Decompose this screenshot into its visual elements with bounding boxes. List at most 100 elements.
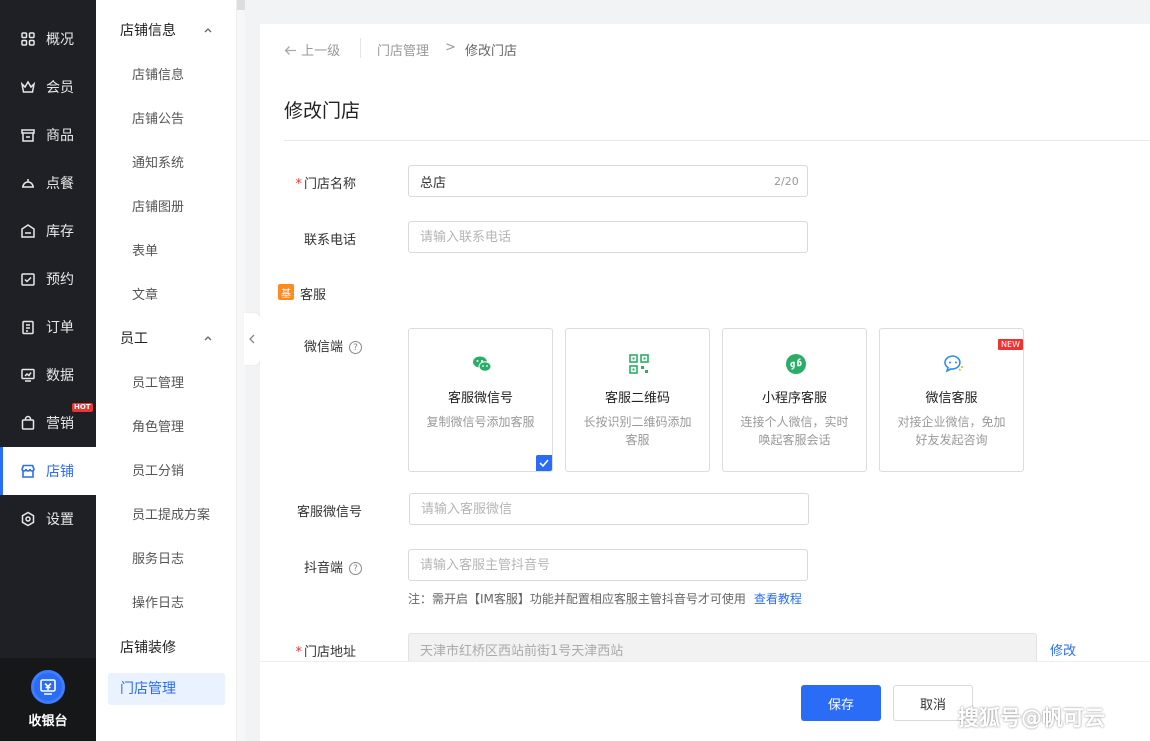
submenu-item-decoration[interactable]: 店铺装修 xyxy=(120,637,176,657)
nav-label: 库存 xyxy=(46,224,74,240)
note-text: 注：需开启【IM客服】功能并配置相应客服主管抖音号才可使用 xyxy=(408,592,746,606)
nav-label: 数据 xyxy=(46,368,74,384)
dish-icon xyxy=(20,175,36,191)
section-badge: 基 xyxy=(278,284,294,300)
nav-item-member[interactable]: 会员 xyxy=(0,63,96,111)
service-card-wechat-id[interactable]: 客服微信号 复制微信号添加客服 xyxy=(408,328,553,472)
cashier-button[interactable]: 收银台 xyxy=(0,658,96,741)
cashier-icon xyxy=(31,670,65,704)
store-name-label-text: 门店名称 xyxy=(303,177,356,192)
save-button[interactable]: 保存 xyxy=(801,685,881,721)
submenu-item[interactable]: 角色管理 xyxy=(132,416,184,435)
chevron-up-icon[interactable] xyxy=(203,25,213,35)
wechat-label-text: 微信端 xyxy=(303,340,343,355)
wechat-id-input[interactable] xyxy=(409,493,809,525)
card-desc: 连接个人微信，实时唤起客服会话 xyxy=(740,415,849,447)
nav-item-booking[interactable]: 预约 xyxy=(0,255,96,303)
nav-label: 订单 xyxy=(46,320,74,336)
store-icon xyxy=(20,463,36,479)
submenu-item[interactable]: 文章 xyxy=(132,284,158,303)
bag-icon xyxy=(20,415,36,431)
main-nav: 概况 会员 商品 点餐 库存 预约 订单 数据 营销 HOT 店铺 设置 收银台 xyxy=(0,0,96,741)
service-card-miniprogram[interactable]: 小程序客服 连接个人微信，实时唤起客服会话 xyxy=(722,328,867,472)
nav-item-marketing[interactable]: 营销 HOT xyxy=(0,399,96,447)
nav-item-store[interactable]: 店铺 xyxy=(0,447,96,495)
store-name-input[interactable] xyxy=(408,165,808,197)
arrow-left-icon xyxy=(284,46,296,55)
submenu-item[interactable]: 员工分销 xyxy=(132,460,184,479)
submenu-item[interactable]: 店铺图册 xyxy=(132,196,184,215)
nav-item-orders[interactable]: 订单 xyxy=(0,303,96,351)
service-card-wechat-service[interactable]: 微信客服 对接企业微信，免加好友发起咨询 NEW xyxy=(879,328,1024,472)
nav-item-inventory[interactable]: 库存 xyxy=(0,207,96,255)
collapse-sidebar-button[interactable] xyxy=(244,313,260,365)
nav-label: 营销 xyxy=(46,416,74,432)
required-mark: * xyxy=(295,177,302,192)
scrollbar-thumb[interactable] xyxy=(237,0,245,10)
crown-icon xyxy=(20,79,36,95)
submenu-item[interactable]: 服务日志 xyxy=(132,548,184,567)
nav-label: 会员 xyxy=(46,80,74,96)
card-desc: 复制微信号添加客服 xyxy=(426,415,535,429)
chevron-up-icon[interactable] xyxy=(203,333,213,343)
nav-label: 店铺 xyxy=(46,464,74,480)
nav-item-goods[interactable]: 商品 xyxy=(0,111,96,159)
nav-label: 设置 xyxy=(46,512,74,528)
submenu-item[interactable]: 通知系统 xyxy=(132,152,184,171)
calendar-check-icon xyxy=(20,271,36,287)
submenu-group-store-info[interactable]: 店铺信息 xyxy=(120,20,176,40)
required-mark: * xyxy=(295,645,302,660)
miniprogram-icon xyxy=(786,354,806,374)
douyin-label: 抖音端? xyxy=(290,557,362,576)
help-icon[interactable]: ? xyxy=(349,562,362,575)
help-icon[interactable]: ? xyxy=(349,341,362,354)
qrcode-icon xyxy=(629,354,649,374)
submenu-scrollbar[interactable] xyxy=(237,0,245,741)
hot-badge: HOT xyxy=(72,403,93,412)
submenu-item[interactable]: 操作日志 xyxy=(132,592,184,611)
settings-icon xyxy=(20,511,36,527)
nav-label: 点餐 xyxy=(46,176,74,192)
submenu-item[interactable]: 员工管理 xyxy=(132,372,184,391)
submenu-item[interactable]: 员工提成方案 xyxy=(132,504,210,523)
sub-menu: 店铺信息 店铺信息 店铺公告 通知系统 店铺图册 表单 文章 员工 员工管理 角… xyxy=(96,0,237,741)
submenu-item-store-management[interactable]: 门店管理 xyxy=(108,673,225,705)
monitor-chart-icon xyxy=(20,367,36,383)
breadcrumb-back[interactable]: 上一级 xyxy=(284,40,340,59)
douyin-note: 注：需开启【IM客服】功能并配置相应客服主管抖音号才可使用 查看教程 xyxy=(408,590,802,607)
inventory-icon xyxy=(20,223,36,239)
nav-item-overview[interactable]: 概况 xyxy=(0,15,96,63)
wechat-label: 微信端? xyxy=(290,336,362,355)
nav-item-data[interactable]: 数据 xyxy=(0,351,96,399)
edit-address-link[interactable]: 修改 xyxy=(1050,640,1076,659)
grid-icon xyxy=(20,31,36,47)
breadcrumb-current: 修改门店 xyxy=(465,44,518,59)
douyin-label-text: 抖音端 xyxy=(303,561,343,576)
douyin-input[interactable] xyxy=(408,549,808,581)
chat-bubble-icon xyxy=(944,355,963,373)
section-title: 客服 xyxy=(300,288,327,303)
service-card-qrcode[interactable]: 客服二维码 长按识别二维码添加客服 xyxy=(565,328,710,472)
cashier-label: 收银台 xyxy=(28,714,68,729)
card-desc: 长按识别二维码添加客服 xyxy=(583,415,692,447)
submenu-group-staff[interactable]: 员工 xyxy=(120,328,148,348)
breadcrumb-parent[interactable]: 门店管理 xyxy=(377,40,429,59)
nav-label: 预约 xyxy=(46,272,74,288)
nav-item-settings[interactable]: 设置 xyxy=(0,495,96,543)
divider xyxy=(284,140,1150,141)
nav-item-order-food[interactable]: 点餐 xyxy=(0,159,96,207)
tutorial-link[interactable]: 查看教程 xyxy=(754,592,802,606)
submenu-item[interactable]: 店铺公告 xyxy=(132,108,184,127)
card-title: 微信客服 xyxy=(925,391,978,406)
address-label: * 门店地址 xyxy=(290,641,356,660)
char-counter: 2/20 xyxy=(774,175,799,188)
breadcrumb-back-label: 上一级 xyxy=(301,44,341,59)
breadcrumb-separator: > xyxy=(445,40,456,55)
phone-input[interactable] xyxy=(408,221,808,253)
card-title: 小程序客服 xyxy=(761,391,827,406)
submenu-item[interactable]: 店铺信息 xyxy=(132,64,184,83)
submenu-item[interactable]: 表单 xyxy=(132,240,158,259)
clipboard-icon xyxy=(20,319,36,335)
store-name-label: * 门店名称 xyxy=(290,173,356,192)
watermark: 搜狐号@帆可云 xyxy=(958,706,1105,730)
